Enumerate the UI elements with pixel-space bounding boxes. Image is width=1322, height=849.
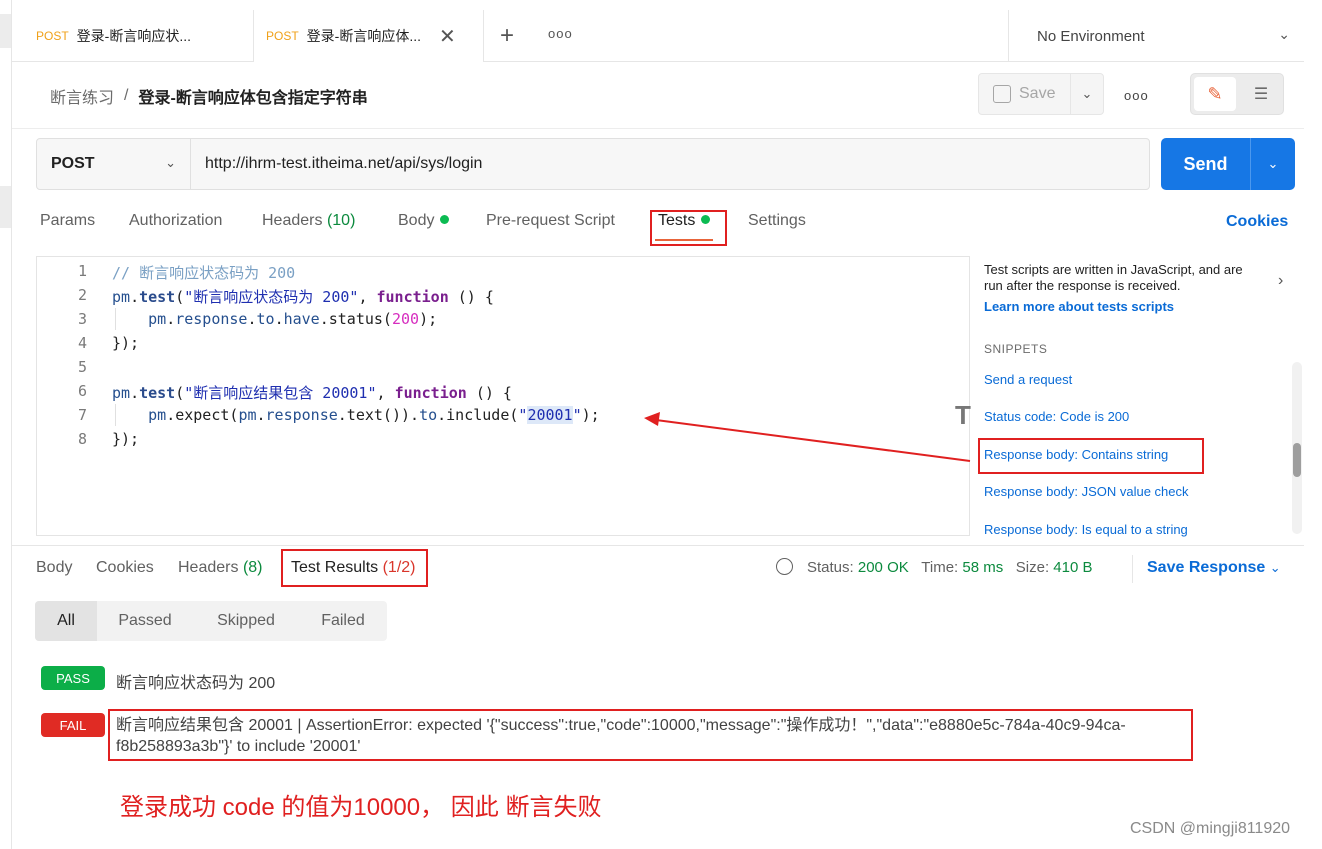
annotation-arrow-icon bbox=[644, 412, 971, 462]
annotation-note: 登录成功 code 的值为10000， 因此 断言失败 bbox=[120, 794, 602, 821]
watermark: CSDN @mingji811920 bbox=[1130, 820, 1291, 837]
